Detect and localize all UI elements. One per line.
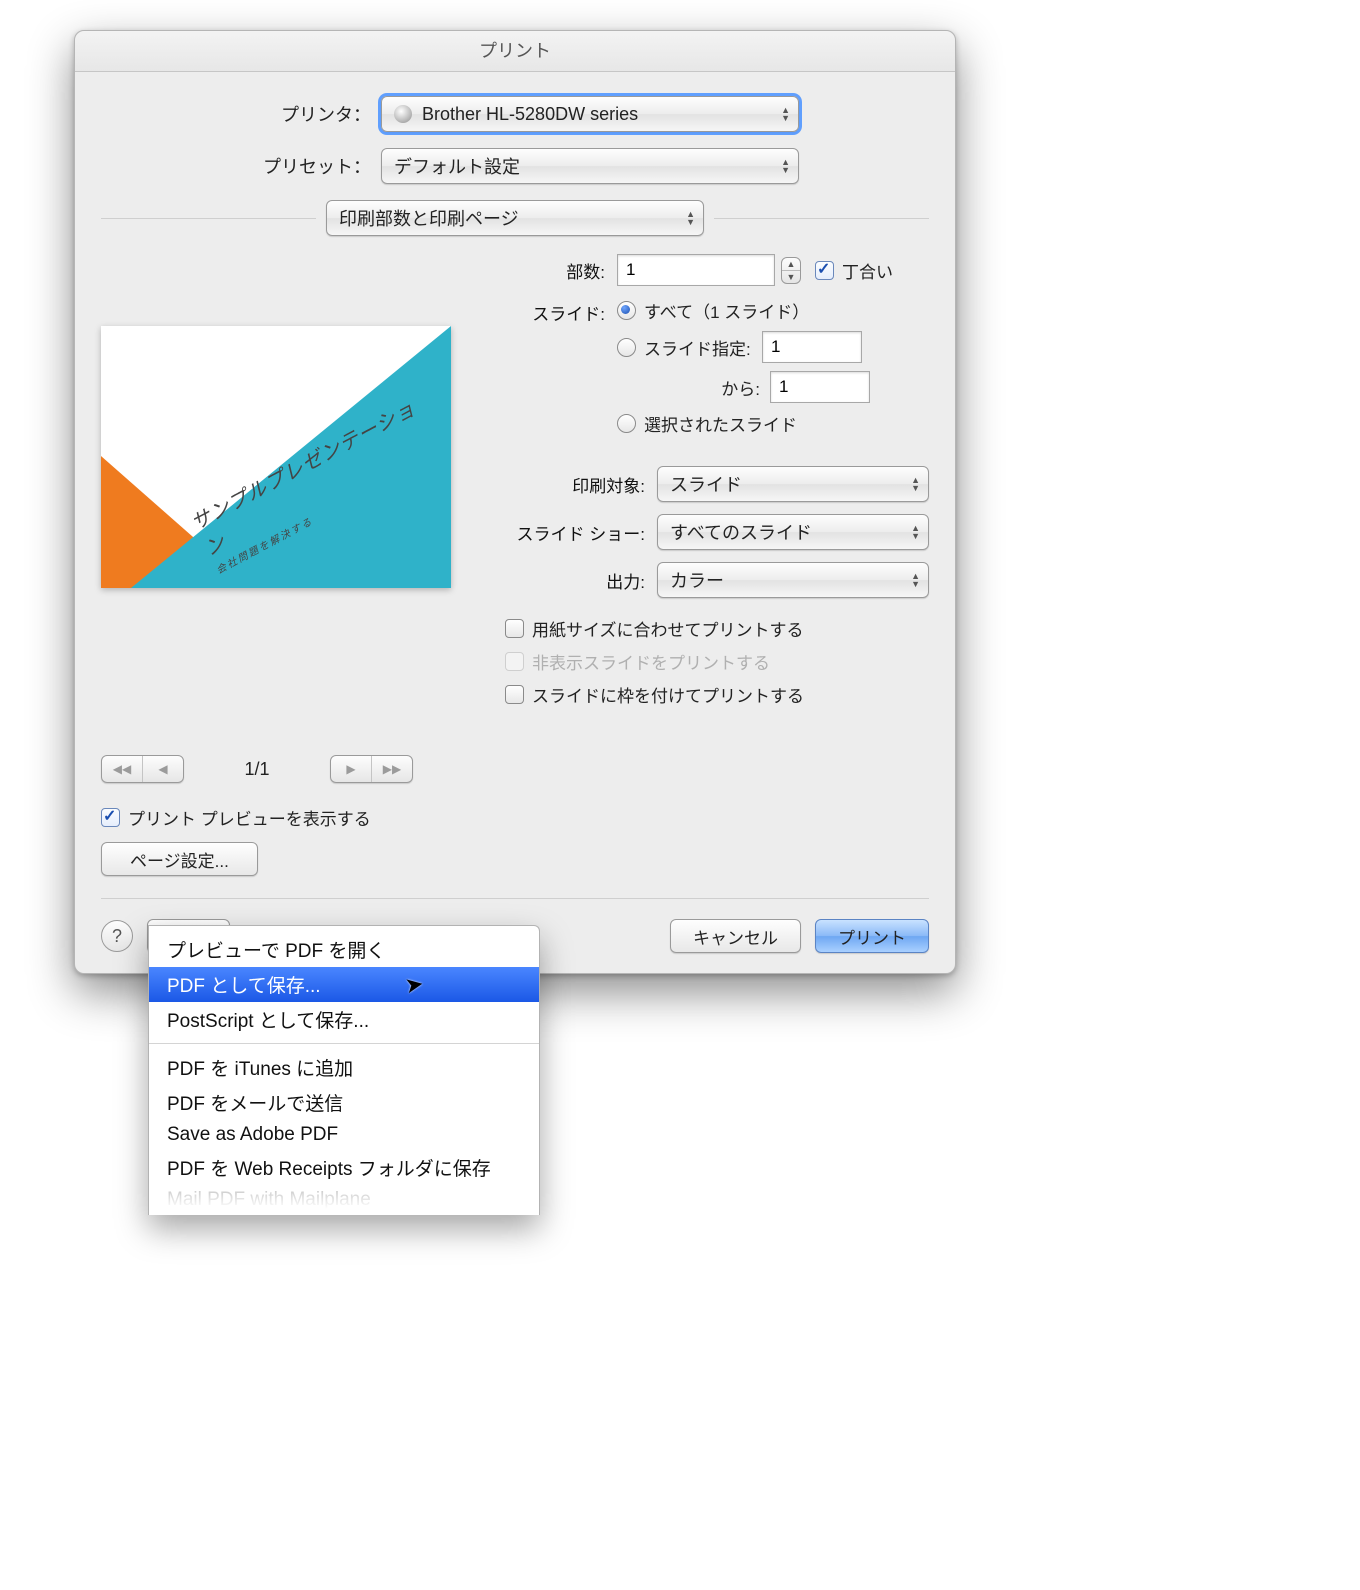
fit-label: 用紙サイズに合わせてプリントする xyxy=(532,616,804,641)
pdf-menu-save[interactable]: PDF として保存... xyxy=(149,967,539,1002)
pdf-menu-itunes[interactable]: PDF を iTunes に追加 xyxy=(149,1050,539,1085)
frame-checkbox[interactable] xyxy=(505,685,524,704)
target-value: スライド xyxy=(670,471,742,497)
preset-value: デフォルト設定 xyxy=(394,153,520,179)
section-popup[interactable]: 印刷部数と印刷ページ ▲▼ xyxy=(326,200,704,236)
slide-preview: サンプルプレゼンテーション 会社問題を解決する xyxy=(101,326,451,588)
first-page-icon: ◀◀ xyxy=(102,756,142,782)
prev-page-icon: ◀ xyxy=(142,756,183,782)
collate-checkbox[interactable] xyxy=(815,261,834,280)
target-popup[interactable]: スライド ▲▼ xyxy=(657,466,929,502)
show-preview-label: プリント プレビューを表示する xyxy=(128,805,371,830)
output-value: カラー xyxy=(670,567,724,593)
section-value: 印刷部数と印刷ページ xyxy=(339,205,519,231)
nav-first-prev[interactable]: ◀◀ ◀ xyxy=(101,755,184,783)
output-popup[interactable]: カラー ▲▼ xyxy=(657,562,929,598)
hidden-checkbox xyxy=(505,652,524,671)
slides-label: スライド: xyxy=(505,298,617,325)
slides-selected-label: 選択されたスライド xyxy=(644,411,797,436)
next-page-icon: ▶ xyxy=(331,756,371,782)
show-preview-checkbox[interactable] xyxy=(101,808,120,827)
frame-label: スライドに枠を付けてプリントする xyxy=(532,682,804,707)
target-label: 印刷対象: xyxy=(505,472,657,497)
fit-checkbox[interactable] xyxy=(505,619,524,638)
show-label: スライド ショー: xyxy=(505,520,657,545)
pdf-menu-open[interactable]: プレビューで PDF を開く xyxy=(149,932,539,967)
pdf-menu-mailplane[interactable]: Mail PDF with Mailplane xyxy=(149,1185,539,1215)
pdf-menu-adobe[interactable]: Save as Adobe PDF xyxy=(149,1120,539,1150)
preset-popup[interactable]: デフォルト設定 ▲▼ xyxy=(381,148,799,184)
printer-status-icon xyxy=(394,105,412,123)
nav-next-last[interactable]: ▶ ▶▶ xyxy=(330,755,413,783)
range-to-field[interactable] xyxy=(770,371,870,403)
slides-all-radio[interactable] xyxy=(617,301,636,320)
printer-label: プリンタ： xyxy=(101,101,381,127)
slides-selected-radio[interactable] xyxy=(617,414,636,433)
slides-range-radio[interactable] xyxy=(617,338,636,357)
last-page-icon: ▶▶ xyxy=(371,756,412,782)
show-popup[interactable]: すべてのスライド ▲▼ xyxy=(657,514,929,550)
slides-range-label: スライド指定: xyxy=(644,335,762,360)
printer-value: Brother HL-5280DW series xyxy=(422,104,638,125)
collate-label: 丁合い xyxy=(842,258,893,283)
slides-all-label: すべて（1 スライド） xyxy=(644,298,809,323)
help-button[interactable]: ? xyxy=(101,920,133,952)
copies-field[interactable] xyxy=(617,254,775,286)
show-value: すべてのスライド xyxy=(670,519,812,545)
page-indicator: 1/1 xyxy=(202,759,312,780)
preset-label: プリセット： xyxy=(101,153,381,179)
pdf-menu-mail[interactable]: PDF をメールで送信 xyxy=(149,1085,539,1120)
copies-stepper[interactable]: ▲▼ xyxy=(781,257,801,284)
cancel-button[interactable]: キャンセル xyxy=(670,919,801,953)
copies-label: 部数: xyxy=(505,258,617,283)
pdf-menu-postscript[interactable]: PostScript として保存... xyxy=(149,1002,539,1037)
range-from-field[interactable] xyxy=(762,331,862,363)
pdf-dropdown-menu: プレビューで PDF を開く PDF として保存... PostScript と… xyxy=(148,925,540,1215)
pdf-menu-web[interactable]: PDF を Web Receipts フォルダに保存 xyxy=(149,1150,539,1185)
output-label: 出力: xyxy=(505,568,657,593)
printer-popup[interactable]: Brother HL-5280DW series ▲▼ xyxy=(381,96,799,132)
print-button[interactable]: プリント xyxy=(815,919,929,953)
print-dialog: プリント プリンタ： Brother HL-5280DW series ▲▼ プ… xyxy=(74,30,956,974)
dialog-title: プリント xyxy=(75,31,955,72)
hidden-label: 非表示スライドをプリントする xyxy=(532,649,770,674)
range-to-label: から: xyxy=(642,375,770,400)
page-setup-button[interactable]: ページ設定... xyxy=(101,842,258,876)
